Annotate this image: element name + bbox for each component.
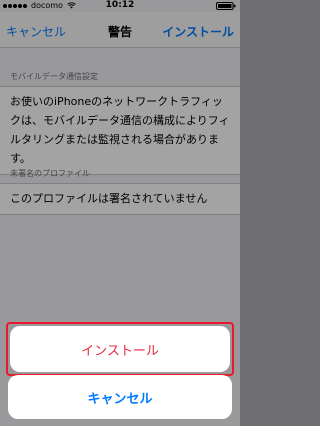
- install-button[interactable]: インストール: [10, 326, 230, 372]
- screen: docomo 10:12 キャンセル 警告 インストール モバイルデータ通信設定…: [0, 0, 240, 426]
- install-highlight-frame: インストール: [6, 322, 234, 376]
- cancel-button[interactable]: キャンセル: [8, 375, 232, 419]
